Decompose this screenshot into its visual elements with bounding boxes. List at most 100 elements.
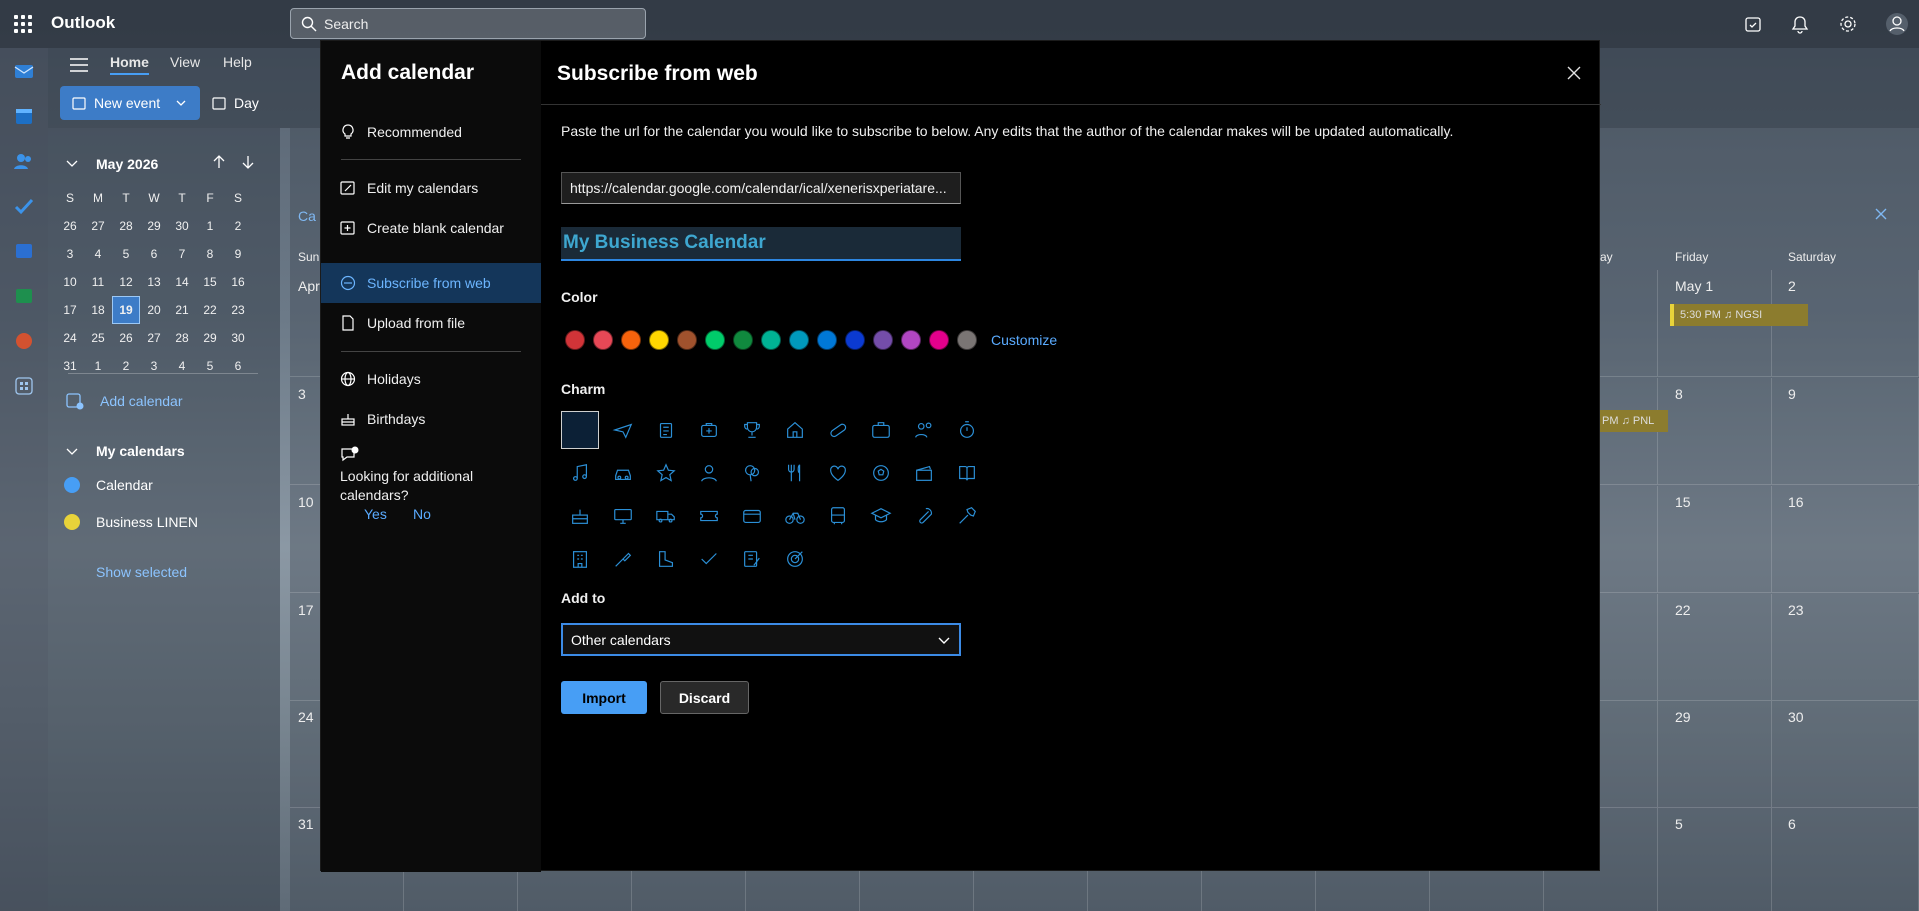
mini-calendar-day[interactable]: 2 bbox=[112, 352, 140, 380]
mini-calendar-day[interactable]: 17 bbox=[56, 296, 84, 324]
charm-note-pencil[interactable] bbox=[733, 540, 771, 578]
color-swatch[interactable] bbox=[929, 330, 949, 350]
mini-calendar-day[interactable]: 8 bbox=[196, 240, 224, 268]
mini-calendar-day[interactable]: 13 bbox=[140, 268, 168, 296]
mini-calendar-day[interactable]: 10 bbox=[56, 268, 84, 296]
mini-calendar-day[interactable]: 29 bbox=[196, 324, 224, 352]
charm-car[interactable] bbox=[604, 454, 642, 492]
todo-icon[interactable] bbox=[13, 195, 35, 217]
color-swatch[interactable] bbox=[789, 330, 809, 350]
collapse-month-icon[interactable] bbox=[66, 160, 78, 168]
nav-holidays[interactable]: Holidays bbox=[321, 359, 541, 399]
charm-graduation-cap[interactable] bbox=[862, 497, 900, 535]
charm-utensils[interactable] bbox=[776, 454, 814, 492]
charm-heart[interactable] bbox=[819, 454, 857, 492]
tab-help[interactable]: Help bbox=[223, 54, 252, 70]
mini-calendar-day[interactable]: 3 bbox=[140, 352, 168, 380]
charm-truck[interactable] bbox=[647, 497, 685, 535]
charm-bicycle[interactable] bbox=[776, 497, 814, 535]
excel-icon[interactable] bbox=[13, 285, 35, 307]
charm-briefcase[interactable] bbox=[862, 411, 900, 449]
word-icon[interactable] bbox=[13, 240, 35, 262]
charm-none[interactable] bbox=[561, 411, 599, 449]
charm-pill[interactable] bbox=[819, 411, 857, 449]
my-day-icon[interactable] bbox=[1743, 14, 1763, 34]
color-swatch[interactable] bbox=[593, 330, 613, 350]
close-icon[interactable] bbox=[1563, 62, 1585, 84]
charm-monitor[interactable] bbox=[604, 497, 642, 535]
charm-person[interactable] bbox=[690, 454, 728, 492]
charm-cake[interactable] bbox=[561, 497, 599, 535]
mini-calendar-day[interactable]: 28 bbox=[168, 324, 196, 352]
mini-calendar-day[interactable]: 20 bbox=[140, 296, 168, 324]
calendar-icon[interactable] bbox=[13, 105, 35, 127]
charm-trophy[interactable] bbox=[733, 411, 771, 449]
mini-calendar-day[interactable]: 1 bbox=[84, 352, 112, 380]
mini-calendar-day[interactable]: 28 bbox=[112, 212, 140, 240]
event-chip[interactable]: 5:30 PM ♫ NGSI bbox=[1670, 304, 1808, 326]
color-swatch[interactable] bbox=[957, 330, 977, 350]
charm-music-note[interactable] bbox=[561, 454, 599, 492]
mini-calendar-day[interactable]: 22 bbox=[196, 296, 224, 324]
mini-calendar-day[interactable]: 3 bbox=[56, 240, 84, 268]
more-apps-icon[interactable] bbox=[13, 375, 35, 397]
mini-calendar-day[interactable]: 5 bbox=[112, 240, 140, 268]
mini-calendar-day[interactable]: 25 bbox=[84, 324, 112, 352]
bell-icon[interactable] bbox=[1790, 14, 1810, 34]
charm-airplane[interactable] bbox=[604, 411, 642, 449]
color-swatch[interactable] bbox=[649, 330, 669, 350]
mini-calendar-day[interactable]: 31 bbox=[56, 352, 84, 380]
check-circle-icon[interactable] bbox=[64, 514, 80, 530]
mini-calendar-day[interactable]: 7 bbox=[168, 240, 196, 268]
nav-edit-my-calendars[interactable]: Edit my calendars bbox=[321, 168, 541, 208]
event-chip[interactable]: PM ♫ PNL bbox=[1598, 410, 1668, 432]
mini-calendar-day[interactable]: 11 bbox=[84, 268, 112, 296]
color-swatch[interactable] bbox=[705, 330, 725, 350]
mini-calendar-day[interactable]: 27 bbox=[140, 324, 168, 352]
charm-book[interactable] bbox=[948, 454, 986, 492]
avatar-icon[interactable] bbox=[1885, 12, 1909, 36]
mini-calendar-day[interactable]: 6 bbox=[224, 352, 252, 380]
mini-calendar-day[interactable]: 5 bbox=[196, 352, 224, 380]
mini-calendar-day[interactable]: 26 bbox=[56, 212, 84, 240]
arrow-up-icon[interactable] bbox=[213, 155, 225, 169]
calendar-name-input[interactable]: My Business Calendar bbox=[561, 227, 961, 261]
charm-wrench[interactable] bbox=[905, 497, 943, 535]
charm-ticket[interactable] bbox=[690, 497, 728, 535]
charm-clipboard[interactable] bbox=[647, 411, 685, 449]
mini-calendar-day[interactable]: 18 bbox=[84, 296, 112, 324]
chevron-down-icon[interactable] bbox=[66, 448, 78, 456]
show-selected-link[interactable]: Show selected bbox=[96, 564, 187, 580]
color-swatch[interactable] bbox=[677, 330, 697, 350]
add-to-select[interactable]: Other calendars bbox=[561, 623, 961, 656]
mini-calendar-day[interactable]: 4 bbox=[84, 240, 112, 268]
charm-target[interactable] bbox=[776, 540, 814, 578]
gear-icon[interactable] bbox=[1838, 14, 1858, 34]
charm-bus[interactable] bbox=[819, 497, 857, 535]
mini-calendar-day[interactable]: 19 bbox=[112, 296, 140, 324]
mail-icon[interactable] bbox=[13, 60, 35, 82]
nav-create-blank-calendar[interactable]: Create blank calendar bbox=[321, 208, 541, 248]
import-button[interactable]: Import bbox=[561, 681, 647, 714]
new-event-button[interactable]: New event bbox=[60, 86, 200, 120]
color-swatch[interactable] bbox=[565, 330, 585, 350]
mini-calendar-day[interactable]: 21 bbox=[168, 296, 196, 324]
mini-calendar-day[interactable]: 1 bbox=[196, 212, 224, 240]
charm-medical-bag[interactable] bbox=[690, 411, 728, 449]
hamburger-icon[interactable] bbox=[70, 58, 88, 72]
arrow-down-icon[interactable] bbox=[242, 155, 254, 169]
mini-calendar-day[interactable]: 9 bbox=[224, 240, 252, 268]
powerpoint-icon[interactable] bbox=[13, 330, 35, 352]
charm-screwdriver[interactable] bbox=[604, 540, 642, 578]
charm-star[interactable] bbox=[647, 454, 685, 492]
calendar-item[interactable]: Business LINEN bbox=[64, 514, 198, 530]
mini-calendar-day[interactable]: 16 bbox=[224, 268, 252, 296]
charm-home[interactable] bbox=[776, 411, 814, 449]
mini-calendar-day[interactable]: 24 bbox=[56, 324, 84, 352]
mini-calendar-day[interactable]: 23 bbox=[224, 296, 252, 324]
mini-calendar-day[interactable]: 27 bbox=[84, 212, 112, 240]
charm-movie-clapper[interactable] bbox=[905, 454, 943, 492]
charm-balloon[interactable] bbox=[733, 454, 771, 492]
color-swatch[interactable] bbox=[901, 330, 921, 350]
nav-subscribe-from-web[interactable]: Subscribe from web bbox=[321, 263, 541, 303]
